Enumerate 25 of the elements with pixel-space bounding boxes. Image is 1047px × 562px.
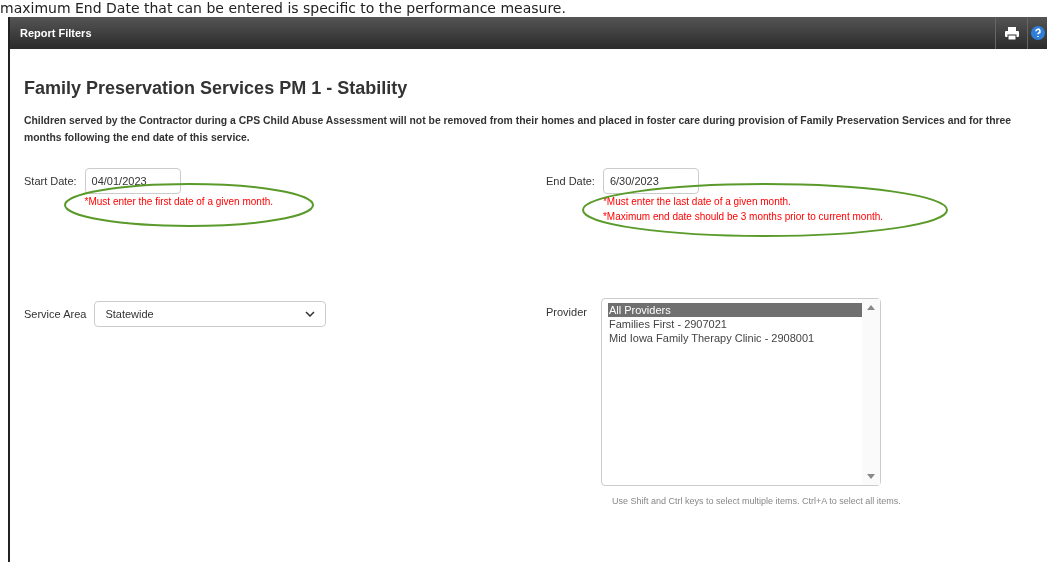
scrollbar[interactable] bbox=[861, 299, 880, 485]
validation-note: *Must enter the last date of a given month. bbox=[602, 195, 792, 209]
validation-note: *Maximum end date should be 3 months prior to current month. bbox=[602, 210, 884, 224]
provider-listbox[interactable]: All Providers Families First - 2907021 Mid Iowa Family Therapy Clinic - 2908001 bbox=[600, 298, 881, 486]
report-description: Children served by the Contractor during a CPS Child Abuse Assessment will not be removed from their homes and placed in foster care during provision of Family Preservation Services and for three months following the end date of this service. bbox=[24, 114, 1013, 145]
field-label: Service Area bbox=[24, 307, 87, 322]
listbox-option[interactable]: All Providers bbox=[607, 303, 862, 317]
listbox-option[interactable]: Mid Iowa Family Therapy Clinic - 2908001 bbox=[607, 331, 862, 345]
validation-note: *Must enter the first date of a given month. bbox=[84, 195, 273, 209]
field-label: Start Date: bbox=[24, 174, 77, 189]
caption-text: maximum End Date that can be entered is specific to the performance measure. bbox=[0, 0, 566, 17]
scroll-up-icon bbox=[866, 305, 875, 310]
chevron-down-icon bbox=[305, 311, 316, 317]
field-label: End Date: bbox=[546, 174, 595, 189]
service-area-dropdown[interactable]: Statewide bbox=[94, 301, 327, 327]
scroll-down-icon bbox=[866, 474, 875, 479]
field-label: Provider bbox=[546, 305, 587, 320]
listbox-option[interactable]: Families First - 2907021 bbox=[607, 317, 862, 331]
hint-text: Use Shift and Ctrl keys to select multiple items. Ctrl+A to select all items. bbox=[612, 495, 902, 508]
report-title: Family Preservation Services PM 1 - Stability bbox=[24, 77, 409, 100]
print-icon[interactable] bbox=[1004, 26, 1019, 40]
date-field[interactable]: 04/01/2023 bbox=[84, 168, 181, 194]
header-title: Report Filters bbox=[20, 25, 92, 41]
date-field[interactable]: 6/30/2023 bbox=[602, 168, 699, 194]
help-icon[interactable] bbox=[1030, 26, 1045, 40]
